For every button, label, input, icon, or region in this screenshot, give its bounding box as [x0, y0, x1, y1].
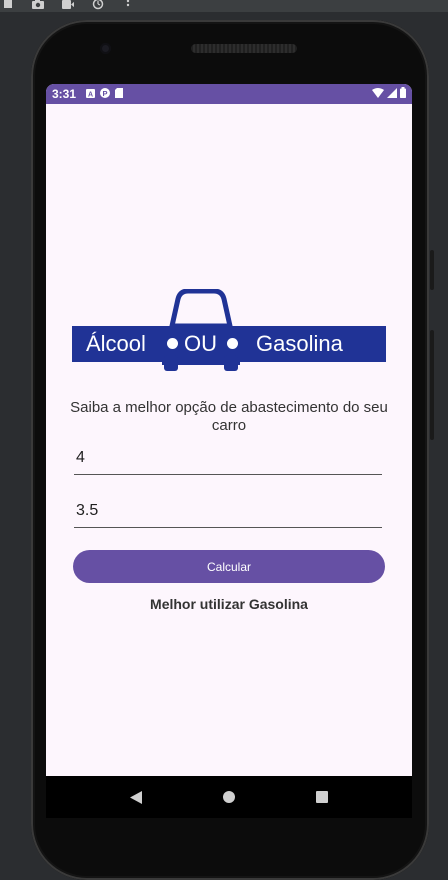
volume-button[interactable]: [430, 330, 434, 440]
alcool-price-field[interactable]: [74, 447, 386, 475]
subtitle-text: Saiba a melhor opção de abastecimento do…: [70, 399, 388, 434]
emulator-toolbar: [0, 0, 448, 12]
app-screen: 3:31 A P Álcool OU Gasolina Saiba a melh…: [46, 84, 412, 776]
rotate-icon[interactable]: [92, 0, 104, 10]
calculate-button[interactable]: Calcular: [73, 550, 385, 583]
more-icon[interactable]: [122, 0, 134, 9]
app-logo: Álcool OU Gasolina: [72, 289, 386, 373]
gasolina-price-field[interactable]: [74, 500, 386, 528]
a-icon: A: [86, 87, 96, 101]
power-button[interactable]: [430, 250, 434, 290]
back-icon[interactable]: [128, 789, 144, 805]
logo-word-alcool: Álcool: [86, 331, 146, 356]
svg-text:A: A: [88, 92, 93, 99]
wifi-icon: [372, 87, 384, 101]
front-camera: [100, 43, 111, 54]
status-bar: 3:31 A P: [46, 84, 412, 104]
battery-icon: [400, 87, 406, 101]
video-icon[interactable]: [62, 0, 74, 9]
logo-headlight-right: [227, 338, 238, 349]
recents-icon[interactable]: [314, 789, 330, 805]
logo-word-gasolina: Gasolina: [256, 331, 343, 356]
signal-icon: [387, 87, 397, 101]
status-time: 3:31: [52, 87, 77, 101]
logo-headlight-left: [167, 338, 178, 349]
stop-icon[interactable]: [2, 0, 14, 9]
svg-text:P: P: [103, 89, 108, 98]
result-text: Melhor utilizar Gasolina: [150, 596, 308, 612]
earpiece-speaker: [191, 44, 297, 53]
gasolina-price-input[interactable]: [74, 500, 386, 522]
navigation-bar: [46, 776, 412, 818]
logo-word-ou: OU: [184, 331, 217, 356]
home-icon[interactable]: [221, 789, 237, 805]
camera-icon[interactable]: [32, 0, 44, 9]
sd-card-icon: [115, 87, 124, 101]
p-icon: P: [100, 87, 111, 101]
alcool-price-input[interactable]: [74, 447, 386, 469]
